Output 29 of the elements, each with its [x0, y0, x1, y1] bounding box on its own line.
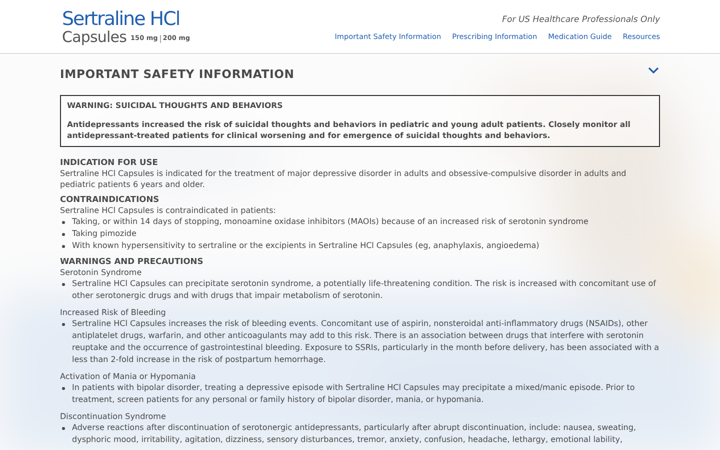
bullet-text: Taking, or within 14 days of stopping, monoamine oxidase inhibitors (MAOIs) because of an increased risk of serotonin syndrome [72, 216, 588, 228]
bullet-text: With known hypersensitivity to sertraline or the excipients in Sertraline HCl Capsules (eg, anaphylaxis, angioedema) [72, 240, 540, 252]
bullet-icon [62, 427, 65, 430]
section-text: Sertraline HCl Capsules is contraindicated in patients: [60, 205, 277, 216]
bullet-text: Sertraline HCl Capsules increases the risk of bleeding events. Concomitant use of aspirin, nonsteroidal anti-inflammatory drugs (NSAIDs), other antiplatelet drugs, warfarin, and other anticoagulants may add to this risk. There is an association between drugs that interfere with serotonin reuptake and the occurrence of gastrointestinal bleeding. Exposure to SSRIs, particularly in the month before delivery, has been associated with a less than 2-fold increase in the risk of postpartum hemorrhage. [72, 318, 660, 366]
bullet-icon [62, 233, 65, 236]
section-heading: WARNINGS AND PRECAUTIONS [60, 256, 204, 268]
bullet-icon [62, 245, 65, 248]
divider [160, 34, 161, 42]
section-text: Sertraline HCl Capsules is indicated for the treatment of major depressive disorder in adults and obsessive-compulsive disorder in adults and pediatric patients 6 years and older. [60, 168, 628, 190]
subsection-heading: Activation of Mania or Hypomania [60, 371, 197, 382]
bullet-text: Adverse reactions after discontinuation of serotonergic antidepressants, particularly after abrupt discontinuation, include: nausea, sweating, dysphoric mood, irritability, agitation, dizziness, sensory disturbances, tremor, anxiety, confusion, headache, lethargy, emotional lability, [72, 422, 637, 446]
logo-name: Sertraline HCl [62, 9, 181, 29]
tagline: For US Healthcare Professionals Only [502, 14, 660, 27]
bullet-text: Sertraline HCl Capsules can precipitate serotonin syndrome, a potentially life-threatening condition. The risk is increased with concomitant use of other serotonergic drugs and with drugs that impair metabolism of serotonin. [72, 278, 658, 302]
subsection-heading: Discontinuation Syndrome [60, 411, 167, 422]
bullet-text: In patients with bipolar disorder, treating a depressive episode with Sertraline HCl Capsules may precipitate a mixed/manic episode. Prior to treatment, screen patients for any personal or family history of bipolar disorder, mania, or hypomania. [72, 382, 636, 406]
logo-form: Capsules [62, 29, 127, 45]
bullet-icon [62, 283, 65, 286]
bullet-icon [62, 221, 65, 224]
bullet-icon [62, 323, 65, 326]
bullet-text: Taking pimozide [72, 228, 136, 240]
subsection-heading: Increased Risk of Bleeding [60, 307, 167, 318]
section-title: IMPORTANT SAFETY INFORMATION [60, 66, 294, 83]
chevron-down-icon[interactable] [648, 67, 659, 74]
subsection-heading: Serotonin Syndrome [60, 267, 143, 278]
section-heading: INDICATION FOR USE [60, 157, 159, 168]
bullet-icon [62, 387, 65, 390]
section-heading: CONTRAINDICATIONS [60, 194, 160, 206]
